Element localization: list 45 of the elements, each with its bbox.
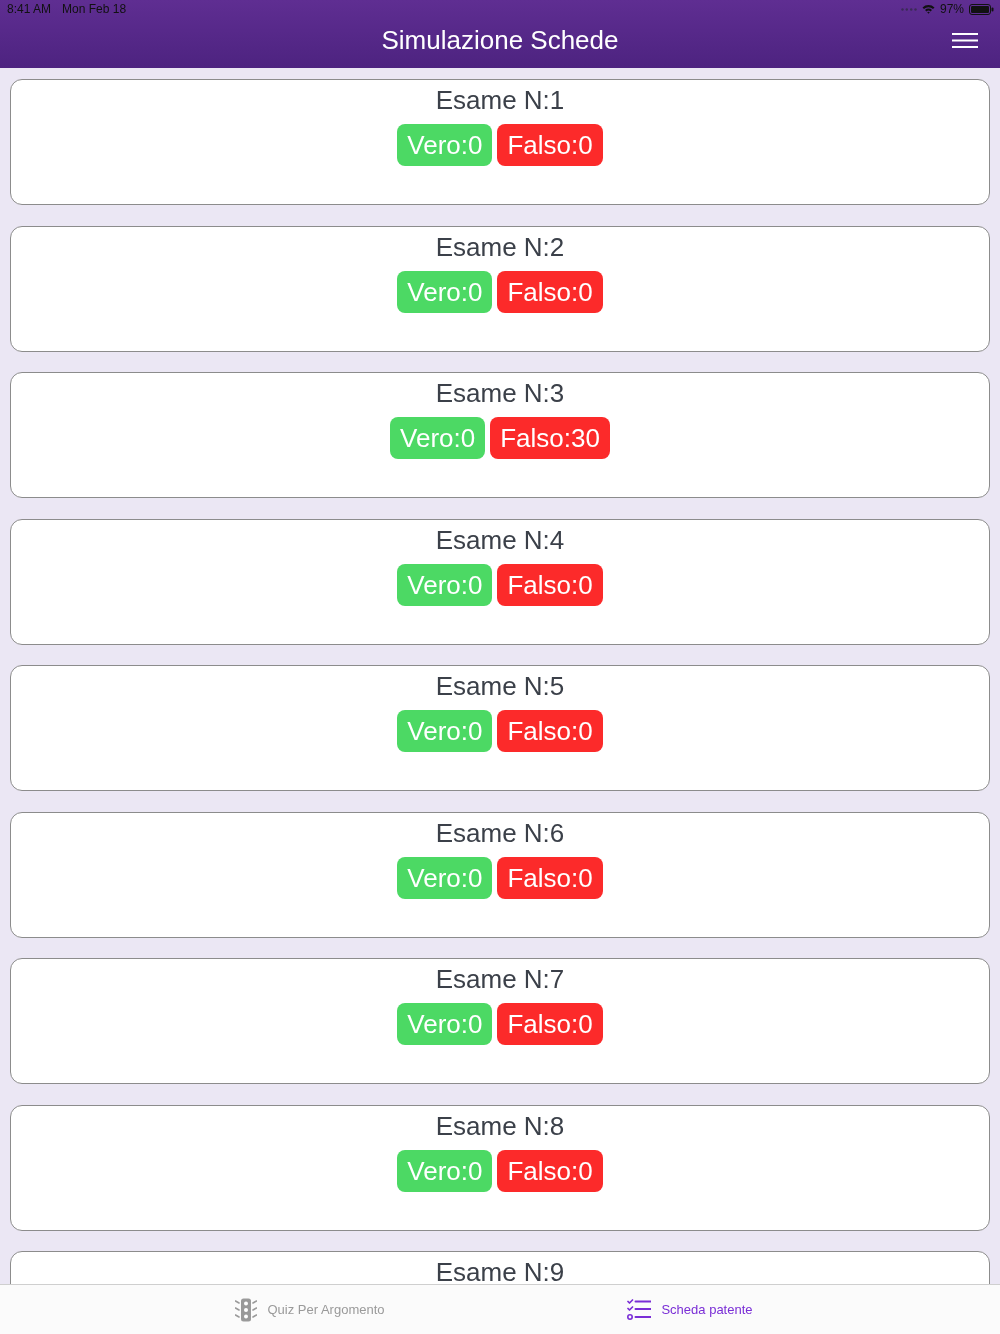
exam-card[interactable]: Esame N:5 Vero:0 Falso:0 (10, 665, 990, 791)
wrong-count-badge: Falso:30 (490, 417, 610, 459)
correct-count-badge: Vero:0 (397, 1149, 493, 1192)
exam-card[interactable]: Esame N:6 Vero:0 Falso:0 (10, 811, 990, 938)
battery-percentage: 97% (939, 2, 964, 16)
correct-count-badge: Vero:0 (397, 563, 493, 606)
wrong-count-badge: Falso:0 (497, 124, 603, 166)
correct-count-badge: Vero:0 (397, 1003, 493, 1045)
exam-title: Esame N:5 (435, 670, 565, 703)
signal-icon (900, 7, 917, 11)
exam-title: Esame N:1 (435, 84, 565, 117)
tab-button[interactable]: Scheda patente (500, 1285, 880, 1334)
exam-title: Esame N:3 (435, 377, 565, 410)
correct-count-badge: Vero:0 (397, 124, 493, 166)
wrong-count-badge: Falso:0 (497, 270, 603, 313)
wrong-count-badge: Falso:0 (497, 1003, 603, 1045)
exam-card[interactable]: Esame N:1 Vero:0 Falso:0 (10, 79, 990, 205)
correct-count-badge: Vero:0 (397, 710, 493, 752)
wrong-count-badge: Falso:0 (497, 563, 603, 606)
exam-title: Esame N:7 (435, 963, 565, 996)
exam-title: Esame N:9 (435, 1256, 565, 1284)
checklist-icon (627, 1299, 652, 1320)
exam-title: Esame N:6 (435, 816, 565, 850)
menu-icon[interactable] (952, 32, 978, 48)
exam-card[interactable]: Esame N:4 Vero:0 Falso:0 (10, 518, 990, 645)
wifi-icon (921, 4, 935, 14)
exam-card[interactable]: Esame N:9 (10, 1251, 990, 1284)
exam-card[interactable]: Esame N:8 Vero:0 Falso:0 (10, 1104, 990, 1231)
exam-title: Esame N:2 (435, 230, 565, 264)
exam-card[interactable]: Esame N:7 Vero:0 Falso:0 (10, 958, 990, 1084)
exam-title: Esame N:4 (435, 523, 565, 557)
wrong-count-badge: Falso:0 (497, 856, 603, 899)
exam-card[interactable]: Esame N:3 Vero:0 Falso:30 (10, 372, 990, 498)
exam-title: Esame N:8 (435, 1109, 565, 1143)
battery-icon (969, 3, 994, 15)
exam-card[interactable]: Esame N:2 Vero:0 Falso:0 (10, 225, 990, 352)
correct-count-badge: Vero:0 (397, 270, 493, 313)
status-date: Mon Feb 18 (62, 2, 127, 16)
traffic-light-icon (235, 1297, 258, 1322)
screen-title: Simulazione Schede (381, 24, 619, 56)
status-time: 8:41 AM (7, 2, 52, 16)
wrong-count-badge: Falso:0 (497, 710, 603, 752)
correct-count-badge: Vero:0 (397, 856, 493, 899)
wrong-count-badge: Falso:0 (497, 1149, 603, 1192)
correct-count-badge: Vero:0 (390, 417, 486, 459)
